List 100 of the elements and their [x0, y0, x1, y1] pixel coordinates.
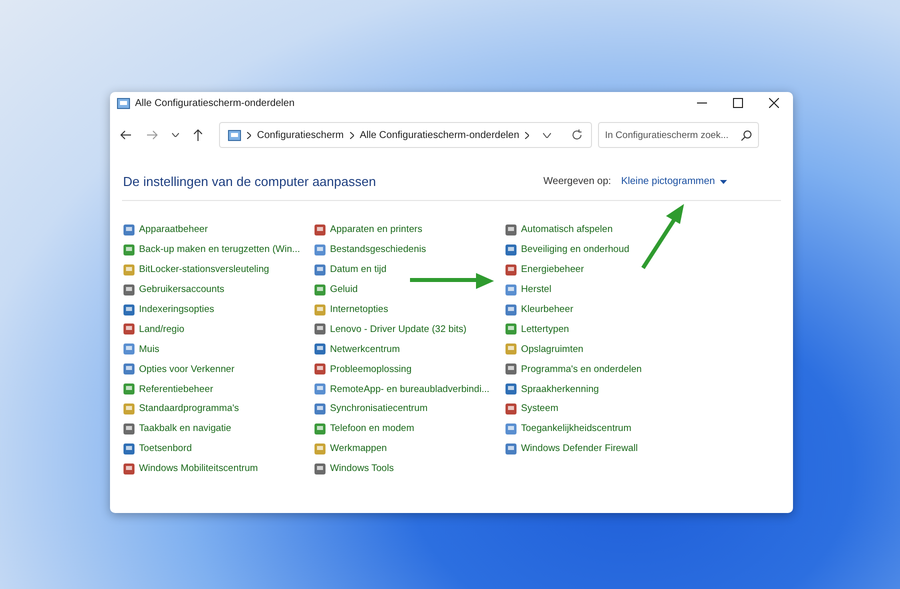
- item-icon: [505, 323, 517, 336]
- settings-link[interactable]: Werkmappen: [330, 443, 387, 454]
- settings-link[interactable]: Netwerkcentrum: [330, 344, 400, 355]
- item-icon: [505, 383, 517, 396]
- item-icon: [314, 442, 326, 455]
- chevron-down-icon[interactable]: [172, 133, 179, 137]
- control-panel-icon: [228, 130, 241, 140]
- settings-link[interactable]: Programma's en onderdelen: [521, 364, 642, 375]
- settings-link[interactable]: Automatisch afspelen: [521, 224, 613, 236]
- item-icon: [505, 284, 517, 296]
- settings-link[interactable]: Toetsenbord: [139, 443, 192, 454]
- item-icon: [314, 363, 326, 376]
- refresh-icon[interactable]: [571, 129, 583, 141]
- settings-link[interactable]: Herstel: [521, 284, 552, 296]
- settings-link[interactable]: Muis: [139, 344, 160, 355]
- settings-link[interactable]: Apparaten en printers: [330, 224, 422, 236]
- settings-link[interactable]: BitLocker-stationsversleuteling: [139, 264, 270, 276]
- item-icon: [314, 323, 326, 336]
- breadcrumb[interactable]: Alle Configuratiescherm-onderdelen: [360, 130, 520, 140]
- item-icon: [505, 343, 517, 356]
- settings-link[interactable]: Taakbalk en navigatie: [139, 423, 232, 434]
- item-icon: [123, 304, 135, 316]
- settings-link[interactable]: RemoteApp- en bureaubladverbindi...: [330, 384, 490, 395]
- item-icon: [505, 264, 517, 276]
- settings-link[interactable]: Gebruikersaccounts: [139, 284, 224, 296]
- up-arrow-icon[interactable]: [193, 129, 203, 141]
- item-icon: [314, 422, 326, 435]
- item-icon: [123, 284, 135, 296]
- item-icon: [505, 363, 517, 376]
- item-icon: [314, 462, 326, 475]
- item-icon: [505, 402, 517, 415]
- chevron-down-icon[interactable]: [543, 132, 551, 138]
- settings-link[interactable]: Windows Mobiliteitscentrum: [139, 463, 258, 474]
- settings-link[interactable]: Probleemoplossing: [330, 364, 412, 375]
- settings-link[interactable]: Kleurbeheer: [521, 304, 574, 315]
- settings-link[interactable]: Telefoon en modem: [330, 423, 414, 434]
- settings-link[interactable]: Spraakherkenning: [521, 384, 599, 395]
- settings-link[interactable]: Lettertypen: [521, 324, 570, 335]
- settings-link[interactable]: Land/regio: [139, 324, 184, 335]
- item-icon: [314, 402, 326, 415]
- item-icon: [314, 224, 326, 236]
- settings-link[interactable]: Windows Defender Firewall: [521, 443, 638, 454]
- item-icon: [505, 304, 517, 316]
- settings-link[interactable]: Windows Tools: [330, 463, 394, 474]
- item-icon: [314, 304, 326, 316]
- view-label: Weergeven op:: [543, 176, 612, 187]
- search-icon: [741, 130, 752, 141]
- item-icon: [123, 383, 135, 396]
- settings-link[interactable]: Back-up maken en terugzetten (Win...: [139, 244, 300, 256]
- item-icon: [314, 343, 326, 356]
- settings-link[interactable]: Systeem: [521, 403, 558, 414]
- back-arrow-icon[interactable]: [120, 130, 132, 140]
- item-icon: [314, 244, 326, 256]
- item-icon: [505, 224, 517, 236]
- item-icon: [123, 442, 135, 455]
- item-icon: [123, 343, 135, 356]
- close-icon[interactable]: [769, 98, 779, 108]
- settings-link[interactable]: Internetopties: [330, 304, 388, 315]
- settings-link[interactable]: Beveiliging en onderhoud: [521, 244, 630, 256]
- item-icon: [123, 224, 135, 236]
- forward-arrow-icon[interactable]: [146, 130, 158, 140]
- item-icon: [123, 402, 135, 415]
- item-icon: [505, 442, 517, 455]
- chevron-right-icon: [525, 132, 530, 138]
- settings-link[interactable]: Apparaatbeheer: [139, 224, 208, 236]
- settings-link[interactable]: Lenovo - Driver Update (32 bits): [330, 324, 467, 335]
- settings-link[interactable]: Standaardprogramma's: [139, 403, 239, 414]
- item-icon: [123, 264, 135, 276]
- settings-link[interactable]: Synchronisatiecentrum: [330, 403, 428, 414]
- settings-link[interactable]: Bestandsgeschiedenis: [330, 244, 426, 256]
- chevron-right-icon: [350, 132, 354, 138]
- view-dropdown[interactable]: Kleine pictogrammen: [621, 176, 727, 187]
- address-bar[interactable]: Configuratiescherm Alle Configuratiescherm-onderdelen: [219, 122, 592, 148]
- search-field[interactable]: In Configuratiescherm zoek...: [598, 122, 759, 148]
- page-heading: De instellingen van de computer aanpassen: [123, 174, 376, 189]
- item-icon: [123, 462, 135, 475]
- settings-link[interactable]: Indexeringsopties: [139, 304, 214, 315]
- settings-link[interactable]: Energiebeheer: [521, 264, 584, 276]
- caret-icon: [720, 180, 727, 184]
- item-icon: [505, 244, 517, 256]
- settings-link[interactable]: Datum en tijd: [330, 264, 387, 276]
- item-icon: [123, 422, 135, 435]
- item-icon: [314, 284, 326, 296]
- settings-link[interactable]: Toegankelijkheidscentrum: [521, 423, 632, 434]
- annotation-arrow: [640, 204, 686, 270]
- control-panel-icon: [117, 98, 130, 108]
- settings-link[interactable]: Referentiebeheer: [139, 384, 214, 395]
- maximize-icon[interactable]: [733, 98, 743, 108]
- settings-link[interactable]: Opslagruimten: [521, 344, 584, 355]
- item-icon: [314, 264, 326, 276]
- item-icon: [123, 244, 135, 256]
- window-title: Alle Configuratiescherm-onderdelen: [135, 98, 295, 108]
- settings-link[interactable]: Geluid: [330, 284, 358, 296]
- settings-link[interactable]: Opties voor Verkenner: [139, 364, 234, 375]
- item-icon: [505, 422, 517, 435]
- item-icon: [123, 323, 135, 336]
- item-icon: [314, 383, 326, 396]
- chevron-right-icon: [247, 132, 251, 138]
- breadcrumb[interactable]: Configuratiescherm: [257, 130, 344, 140]
- item-icon: [123, 363, 135, 376]
